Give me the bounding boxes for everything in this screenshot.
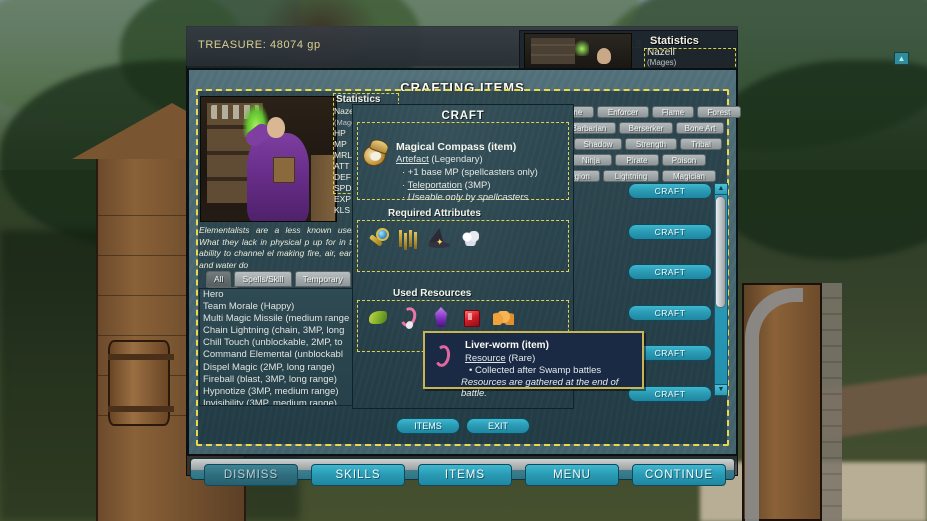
- class-filter-pirate[interactable]: Pirate: [615, 154, 659, 166]
- craft-button-1[interactable]: CRAFT: [628, 183, 712, 199]
- menu-button[interactable]: MENU: [525, 464, 619, 486]
- tooltip-worm-icon: [433, 343, 455, 373]
- craft-item-rarity: (Legendary): [431, 154, 483, 165]
- barrel-prop: [108, 340, 174, 426]
- required-attributes-label: Required Attributes: [388, 208, 481, 219]
- tooltip-bullet: • Collected after Swamp battles: [469, 365, 602, 376]
- class-filter-berserker[interactable]: Berserker: [619, 122, 673, 134]
- main-action-buttons: DISMISS SKILLS ITEMS MENU CONTINUE: [204, 464, 726, 490]
- list-item[interactable]: Team Morale (Happy): [200, 301, 361, 313]
- class-filter-bone-art[interactable]: Bone Art: [676, 122, 724, 134]
- tooltip-note: Resources are gathered at the end of bat…: [461, 377, 619, 399]
- ability-list[interactable]: Hero Team Morale (Happy) Multi Magic Missi…: [199, 288, 362, 406]
- red-gem-icon[interactable]: [461, 307, 483, 329]
- stone-archway: [745, 288, 803, 521]
- wizard-hat-icon[interactable]: ✦: [428, 226, 451, 249]
- collapse-arrow-button[interactable]: ▲: [894, 52, 909, 65]
- treasure-label: TREASURE: 48074 gp: [198, 39, 321, 51]
- statistics-title: Statistics: [650, 35, 699, 47]
- class-filter-tribal[interactable]: Tribal: [680, 138, 722, 150]
- character-portrait-small: [524, 33, 632, 69]
- modal-items-button[interactable]: ITEMS: [396, 418, 460, 434]
- list-item[interactable]: Command Elemental (unblockabl: [200, 349, 361, 361]
- tooltip-rarity: (Rare): [508, 353, 536, 364]
- modal-exit-button[interactable]: EXIT: [466, 418, 530, 434]
- class-filter-enforcer[interactable]: Enforcer: [597, 106, 649, 118]
- list-item[interactable]: Multi Magic Missile (medium range: [200, 313, 361, 325]
- purple-crystal-icon[interactable]: [430, 306, 452, 328]
- tooltip-type-link: Resource: [465, 353, 506, 364]
- scrollbar-thumb[interactable]: [715, 196, 726, 308]
- tooltip-type: Resource (Rare): [465, 353, 535, 364]
- continue-button[interactable]: CONTINUE: [632, 464, 726, 486]
- tooltip-title: Liver-worm (item): [465, 340, 549, 351]
- compass-icon: [360, 137, 391, 169]
- craft-item-type: Artefact (Legendary): [396, 154, 483, 165]
- runes-icon[interactable]: [398, 228, 420, 250]
- list-item[interactable]: Fireball (blast, 3MP, long range): [200, 374, 361, 386]
- wind-swirl-icon[interactable]: [460, 228, 482, 250]
- skills-button[interactable]: SKILLS: [311, 464, 405, 486]
- items-button[interactable]: ITEMS: [418, 464, 512, 486]
- magnifier-key-icon[interactable]: [367, 228, 389, 250]
- list-item[interactable]: Chill Touch (unblockable, 2MP, to: [200, 337, 361, 349]
- pink-worm-icon[interactable]: [398, 305, 420, 331]
- craft-item-name: Magical Compass (item): [396, 141, 517, 153]
- character-portrait-large: [200, 96, 337, 222]
- class-filter-ninja[interactable]: Ninja: [570, 154, 612, 166]
- craft-item-bullets: · +1 base MP (spellcasters only) · Telepo…: [402, 167, 568, 205]
- tab-spells-skill[interactable]: Spells/Skill: [234, 271, 292, 287]
- class-filter-poison[interactable]: Poison: [662, 154, 706, 166]
- class-filter-forest[interactable]: Forest: [697, 106, 741, 118]
- tab-temporary[interactable]: Temporary: [294, 271, 351, 287]
- list-item[interactable]: Dispel Magic (2MP, long range): [200, 362, 361, 374]
- class-filter-magician[interactable]: Magician: [662, 170, 716, 182]
- class-filter-lightning[interactable]: Lightning: [603, 170, 659, 182]
- used-resources-label: Used Resources: [393, 288, 472, 299]
- class-filter-grid: ine Enforcer Flame Forest Barbarian Berserker…: [560, 106, 741, 182]
- list-item[interactable]: Hypnotize (3MP, medium range): [200, 386, 361, 398]
- craft-modal-header: CRAFT: [441, 110, 485, 122]
- character-class: (Mages): [647, 58, 677, 67]
- character-name: Nazell: [647, 47, 675, 58]
- craft-button-4[interactable]: CRAFT: [628, 305, 712, 321]
- game-screen: TREASURE: 48074 gp TEAM SIZE: 13 ▲ Stati…: [0, 0, 927, 521]
- craft-bullet: · +1 base MP (spellcasters only): [402, 167, 538, 178]
- tab-all[interactable]: All: [206, 271, 232, 287]
- green-herb-icon[interactable]: [367, 307, 389, 329]
- craft-button-3[interactable]: CRAFT: [628, 264, 712, 280]
- resource-tooltip: Liver-worm (item) Resource (Rare) • Coll…: [423, 331, 644, 399]
- list-item[interactable]: Invisibility (3MP, medium range): [200, 398, 361, 405]
- craft-list-scrollbar[interactable]: ▲ ▼: [714, 183, 728, 396]
- class-filter-flame[interactable]: Flame: [652, 106, 694, 118]
- list-item[interactable]: Chain Lightning (chain, 3MP, long: [200, 325, 361, 337]
- craft-bullet: · Useable only by spellcasters: [402, 192, 529, 204]
- class-filter-shadow[interactable]: Shadow: [574, 138, 622, 150]
- class-description: Elementalists are a less known users. Wh…: [199, 225, 361, 270]
- orange-nuggets-icon[interactable]: [492, 307, 514, 329]
- craft-item-type-link[interactable]: Artefact: [396, 154, 429, 165]
- ability-filter-tabs: AllSpells/SkillTemporaryItem: [206, 271, 364, 303]
- dismiss-button[interactable]: DISMISS: [204, 464, 298, 486]
- scroll-down-arrow-icon[interactable]: ▼: [714, 384, 728, 396]
- craft-bullet: · Teleportation (3MP): [402, 179, 491, 191]
- scroll-up-arrow-icon[interactable]: ▲: [714, 183, 728, 195]
- list-item[interactable]: Hero: [200, 289, 361, 301]
- class-filter-strength[interactable]: Strength: [625, 138, 677, 150]
- craft-button-2[interactable]: CRAFT: [628, 224, 712, 240]
